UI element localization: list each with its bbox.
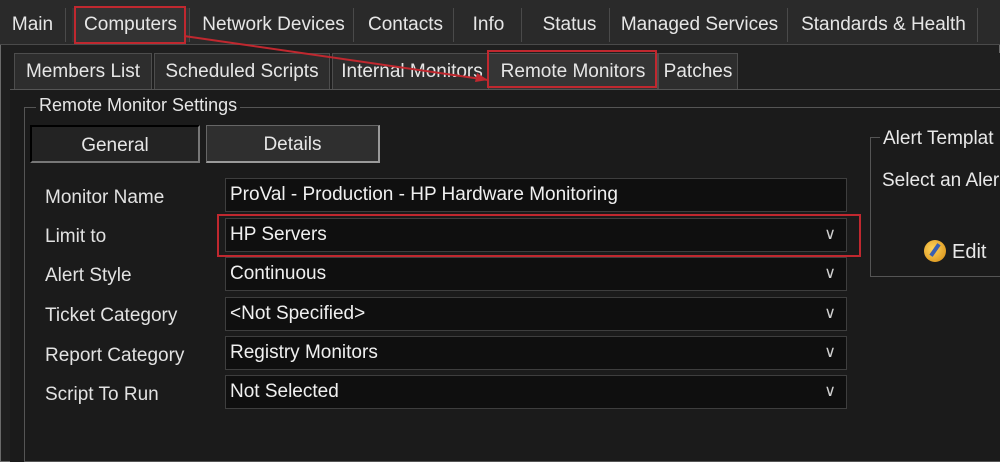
chevron-down-icon: ∨ (824, 265, 836, 282)
group-title: Remote Monitor Settings (36, 95, 241, 116)
report-category-label: Report Category (45, 345, 185, 366)
ticket-category-dropdown[interactable]: <Not Specified> ∨ (225, 297, 847, 331)
chevron-down-icon: ∨ (824, 344, 836, 361)
monitor-name-value: ProVal - Production - HP Hardware Monito… (230, 184, 618, 205)
alert-template-title: Alert Templat (880, 128, 1000, 150)
alert-style-label: Alert Style (45, 265, 132, 286)
script-to-run-dropdown[interactable]: Not Selected ∨ (225, 375, 847, 409)
report-category-value: Registry Monitors (230, 342, 378, 363)
monitor-name-field[interactable]: ProVal - Production - HP Hardware Monito… (225, 178, 847, 212)
chevron-down-icon: ∨ (824, 226, 836, 243)
alert-template-select-text: Select an Aler (882, 170, 1000, 191)
monitor-name-label: Monitor Name (45, 187, 165, 208)
limit-to-label: Limit to (45, 226, 107, 247)
limit-to-value: HP Servers (230, 224, 327, 245)
ticket-category-value: <Not Specified> (230, 303, 366, 324)
ticket-category-label: Ticket Category (45, 305, 178, 326)
limit-to-dropdown[interactable]: HP Servers ∨ (225, 218, 847, 252)
edit-button[interactable]: Edit (924, 240, 1000, 264)
script-to-run-value: Not Selected (230, 381, 339, 402)
chevron-down-icon: ∨ (824, 305, 836, 322)
tab-general[interactable]: General (30, 125, 200, 163)
edit-label: Edit (952, 241, 987, 263)
script-to-run-label: Script To Run (45, 384, 159, 405)
chevron-down-icon: ∨ (824, 383, 836, 400)
tab-details[interactable]: Details (206, 125, 380, 163)
report-category-dropdown[interactable]: Registry Monitors ∨ (225, 336, 847, 370)
edit-icon (924, 240, 946, 262)
alert-style-dropdown[interactable]: Continuous ∨ (225, 257, 847, 291)
alert-style-value: Continuous (230, 263, 327, 284)
